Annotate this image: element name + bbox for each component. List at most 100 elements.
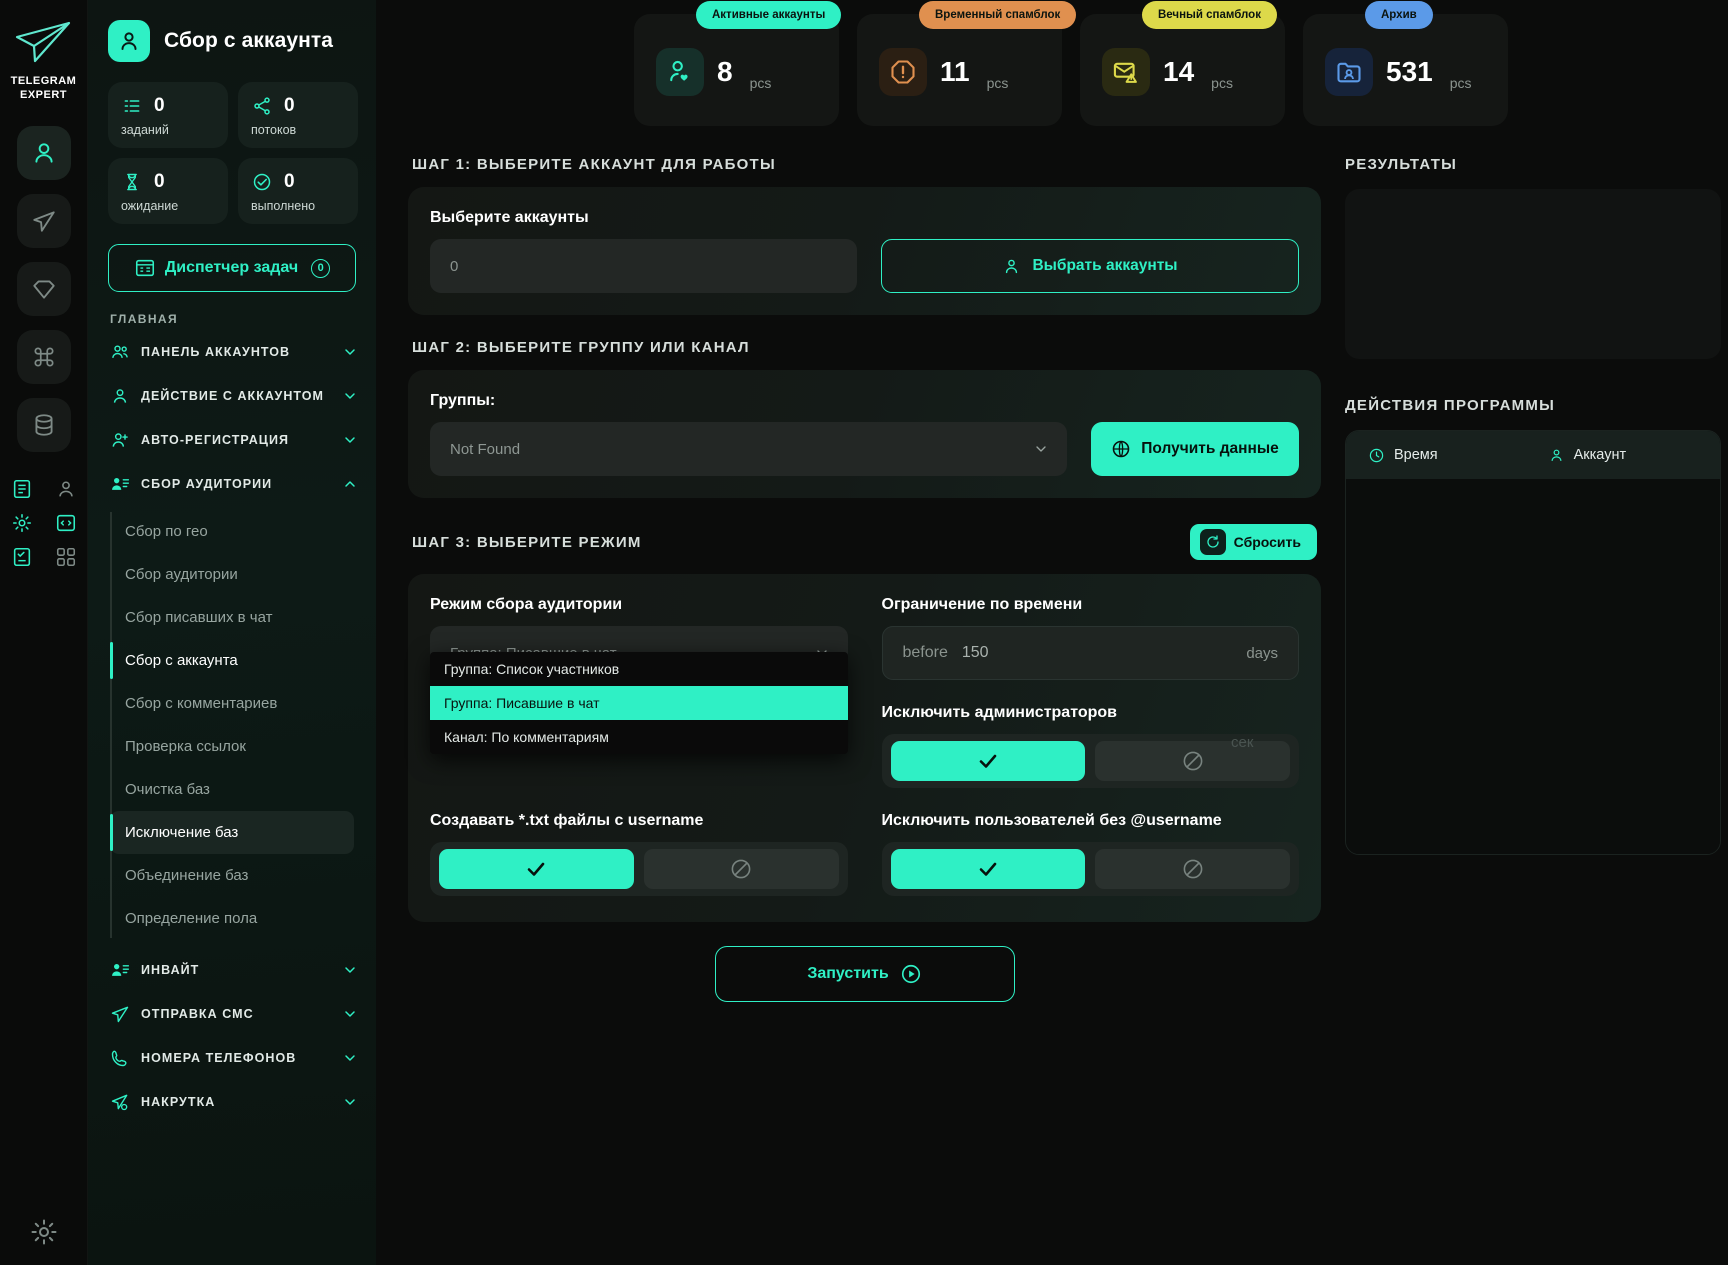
time-limit-field: Ограничение по времени before 150 days bbox=[881, 596, 1299, 680]
sidebar-item-account-collection[interactable]: Сбор с аккаунта bbox=[110, 639, 376, 682]
rail-settings[interactable] bbox=[0, 1217, 88, 1247]
mode-dropdown-list: Группа: Список участников Группа: Писавш… bbox=[430, 652, 848, 754]
nav-group-phones[interactable]: НОМЕРА ТЕЛЕФОНОВ bbox=[88, 1036, 376, 1080]
chevron-up-icon bbox=[342, 476, 358, 492]
fetch-data-button[interactable]: Получить данные bbox=[1091, 422, 1299, 476]
dispatcher-label: Диспетчер задач bbox=[164, 259, 299, 276]
log-col-label: Время bbox=[1394, 447, 1438, 463]
chevron-down-icon bbox=[342, 1050, 358, 1066]
nav-group-label: ОТПРАВКА СМС bbox=[141, 1007, 254, 1021]
nav-group-accounts-panel[interactable]: ПАНЕЛЬ АККАУНТОВ bbox=[88, 330, 376, 374]
status-badge: Вечный спамблок bbox=[1142, 1, 1277, 29]
stat-label: потоков bbox=[251, 123, 297, 137]
create-txt-label: Создавать *.txt файлы с username bbox=[430, 812, 704, 829]
nav-caption: ГЛАВНАЯ bbox=[110, 312, 179, 326]
gear-icon bbox=[31, 1219, 57, 1245]
page-title: Сбор с аккаунта bbox=[164, 29, 334, 52]
top-stats-row: Активные аккаунты 8 pcs Временный спамбл… bbox=[376, 0, 1728, 126]
stat-value: 11 bbox=[940, 56, 970, 87]
mini-code-icon[interactable] bbox=[49, 512, 83, 534]
exclude-admins-yes[interactable] bbox=[890, 741, 1086, 781]
command-icon bbox=[34, 347, 53, 367]
create-txt-no[interactable] bbox=[643, 849, 839, 889]
stat-card-done: 0 выполнено bbox=[238, 158, 358, 224]
check-circle-icon bbox=[251, 171, 273, 193]
sidebar-item-db-exclude[interactable]: Исключение баз bbox=[110, 811, 354, 854]
mini-report-icon[interactable] bbox=[5, 478, 39, 500]
mini-checklist-icon[interactable] bbox=[5, 546, 39, 568]
nav-group-account-action[interactable]: ДЕЙСТВИЕ С АККАУНТОМ bbox=[88, 374, 376, 418]
groups-select[interactable]: Not Found bbox=[430, 422, 1067, 476]
sidebar-item-link-check[interactable]: Проверка ссылок bbox=[110, 725, 376, 768]
top-stat-temp-spamblock: Временный спамблок 11 pcs bbox=[857, 1, 1077, 126]
sidebar-item-comments-collection[interactable]: Сбор с комментариев bbox=[110, 682, 376, 725]
step2-title: ШАГ 2: ВЫБЕРИТЕ ГРУППУ ИЛИ КАНАЛ bbox=[412, 339, 750, 356]
user-plus-icon bbox=[112, 433, 128, 447]
rail-item-send[interactable] bbox=[16, 194, 71, 248]
page-icon bbox=[108, 20, 150, 62]
mode-label: Режим сбора аудитории bbox=[430, 596, 623, 613]
exclude-admins-field: Исключить администраторов bbox=[881, 704, 1299, 788]
rail-buttons bbox=[16, 126, 71, 452]
stat-label: выполнено bbox=[251, 199, 316, 213]
brand-line2: EXPERT bbox=[19, 89, 67, 101]
time-limit-input[interactable]: before 150 days bbox=[881, 626, 1299, 680]
mini-modules-icon[interactable] bbox=[49, 546, 83, 568]
stat-value: 8 bbox=[717, 56, 733, 87]
mode-option-chat-writers[interactable]: Группа: Писавшие в чат bbox=[430, 686, 848, 720]
nav-group-boost[interactable]: НАКРУТКА bbox=[88, 1080, 376, 1124]
hourglass-icon bbox=[121, 171, 143, 193]
run-button[interactable]: Запустить bbox=[714, 946, 1015, 1002]
nav-group-auto-registration[interactable]: АВТО-РЕГИСТРАЦИЯ bbox=[88, 418, 376, 462]
accounts-count-input[interactable]: 0 bbox=[430, 239, 857, 293]
create-txt-yes[interactable] bbox=[439, 849, 634, 889]
rail-item-diamond[interactable] bbox=[16, 262, 71, 316]
sidebar-item-db-clean[interactable]: Очистка баз bbox=[110, 768, 376, 811]
app-logo: TELEGRAM EXPERT bbox=[9, 18, 79, 102]
icon-rail: TELEGRAM EXPERT bbox=[0, 0, 88, 1265]
mode-option-participants[interactable]: Группа: Список участников bbox=[430, 652, 848, 686]
dispatcher-button[interactable]: Диспетчер задач 0 bbox=[108, 244, 356, 292]
step1-panel: Выберите аккаунты 0 Выбрать аккаунты bbox=[408, 187, 1321, 315]
rail-item-account[interactable] bbox=[16, 126, 71, 180]
dispatcher-icon bbox=[135, 259, 154, 277]
mini-user-icon[interactable] bbox=[49, 478, 83, 500]
log-col-time: Время bbox=[1368, 447, 1438, 464]
time-prefix: before bbox=[902, 644, 948, 661]
nav-group-label: СБОР АУДИТОРИИ bbox=[141, 477, 273, 491]
play-icon bbox=[901, 964, 920, 984]
folder-user-icon bbox=[1325, 48, 1373, 96]
sidebar-item-chat-writers[interactable]: Сбор писавших в чат bbox=[110, 596, 376, 639]
sidebar-item-db-merge[interactable]: Объединение баз bbox=[110, 854, 376, 897]
rail-item-command[interactable] bbox=[16, 330, 71, 384]
exclude-nousername-no[interactable] bbox=[1095, 849, 1290, 889]
rail-item-database[interactable] bbox=[16, 398, 71, 452]
nav-group-label: НАКРУТКА bbox=[141, 1095, 216, 1109]
exclude-admins-no[interactable] bbox=[1095, 741, 1290, 781]
nav-group-label: ПАНЕЛЬ АККАУНТОВ bbox=[141, 345, 291, 359]
stat-card-waiting: 0 ожидание bbox=[108, 158, 228, 224]
stat-card-threads: 0 потоков bbox=[238, 82, 358, 148]
sidebar-item-geo-collection[interactable]: Сбор по гео bbox=[110, 510, 376, 553]
exclude-admins-label: Исключить администраторов bbox=[881, 704, 1117, 721]
reset-button[interactable]: Сбросить bbox=[1189, 524, 1317, 560]
select-accounts-button[interactable]: Выбрать аккаунты bbox=[881, 239, 1299, 293]
time-limit-label: Ограничение по времени bbox=[881, 596, 1083, 613]
reset-label: Сбросить bbox=[1233, 534, 1301, 550]
nav-group-invite[interactable]: ИНВАЙТ bbox=[88, 948, 376, 992]
program-actions-title: ДЕЙСТВИЯ ПРОГРАММЫ bbox=[1345, 397, 1556, 414]
top-stat-active-accounts: Активные аккаунты 8 pcs bbox=[634, 1, 842, 126]
stat-unit: pcs bbox=[986, 75, 1009, 91]
mode-option-comments[interactable]: Канал: По комментариям bbox=[430, 720, 848, 754]
sidebar-item-gender-detect[interactable]: Определение пола bbox=[110, 897, 376, 940]
mini-gear-icon[interactable] bbox=[5, 512, 39, 534]
sidebar-item-audience-collection[interactable]: Сбор аудитории bbox=[110, 553, 376, 596]
user-icon bbox=[34, 143, 53, 163]
exclude-nousername-yes[interactable] bbox=[890, 849, 1086, 889]
check-icon bbox=[979, 862, 997, 876]
nav-group-sms[interactable]: ОТПРАВКА СМС bbox=[88, 992, 376, 1036]
program-actions-log: Время Аккаунт bbox=[1345, 430, 1721, 855]
nav-group-audience-collection[interactable]: СБОР АУДИТОРИИ bbox=[88, 462, 376, 506]
dispatcher-badge: 0 bbox=[311, 258, 331, 278]
results-box bbox=[1345, 189, 1721, 359]
